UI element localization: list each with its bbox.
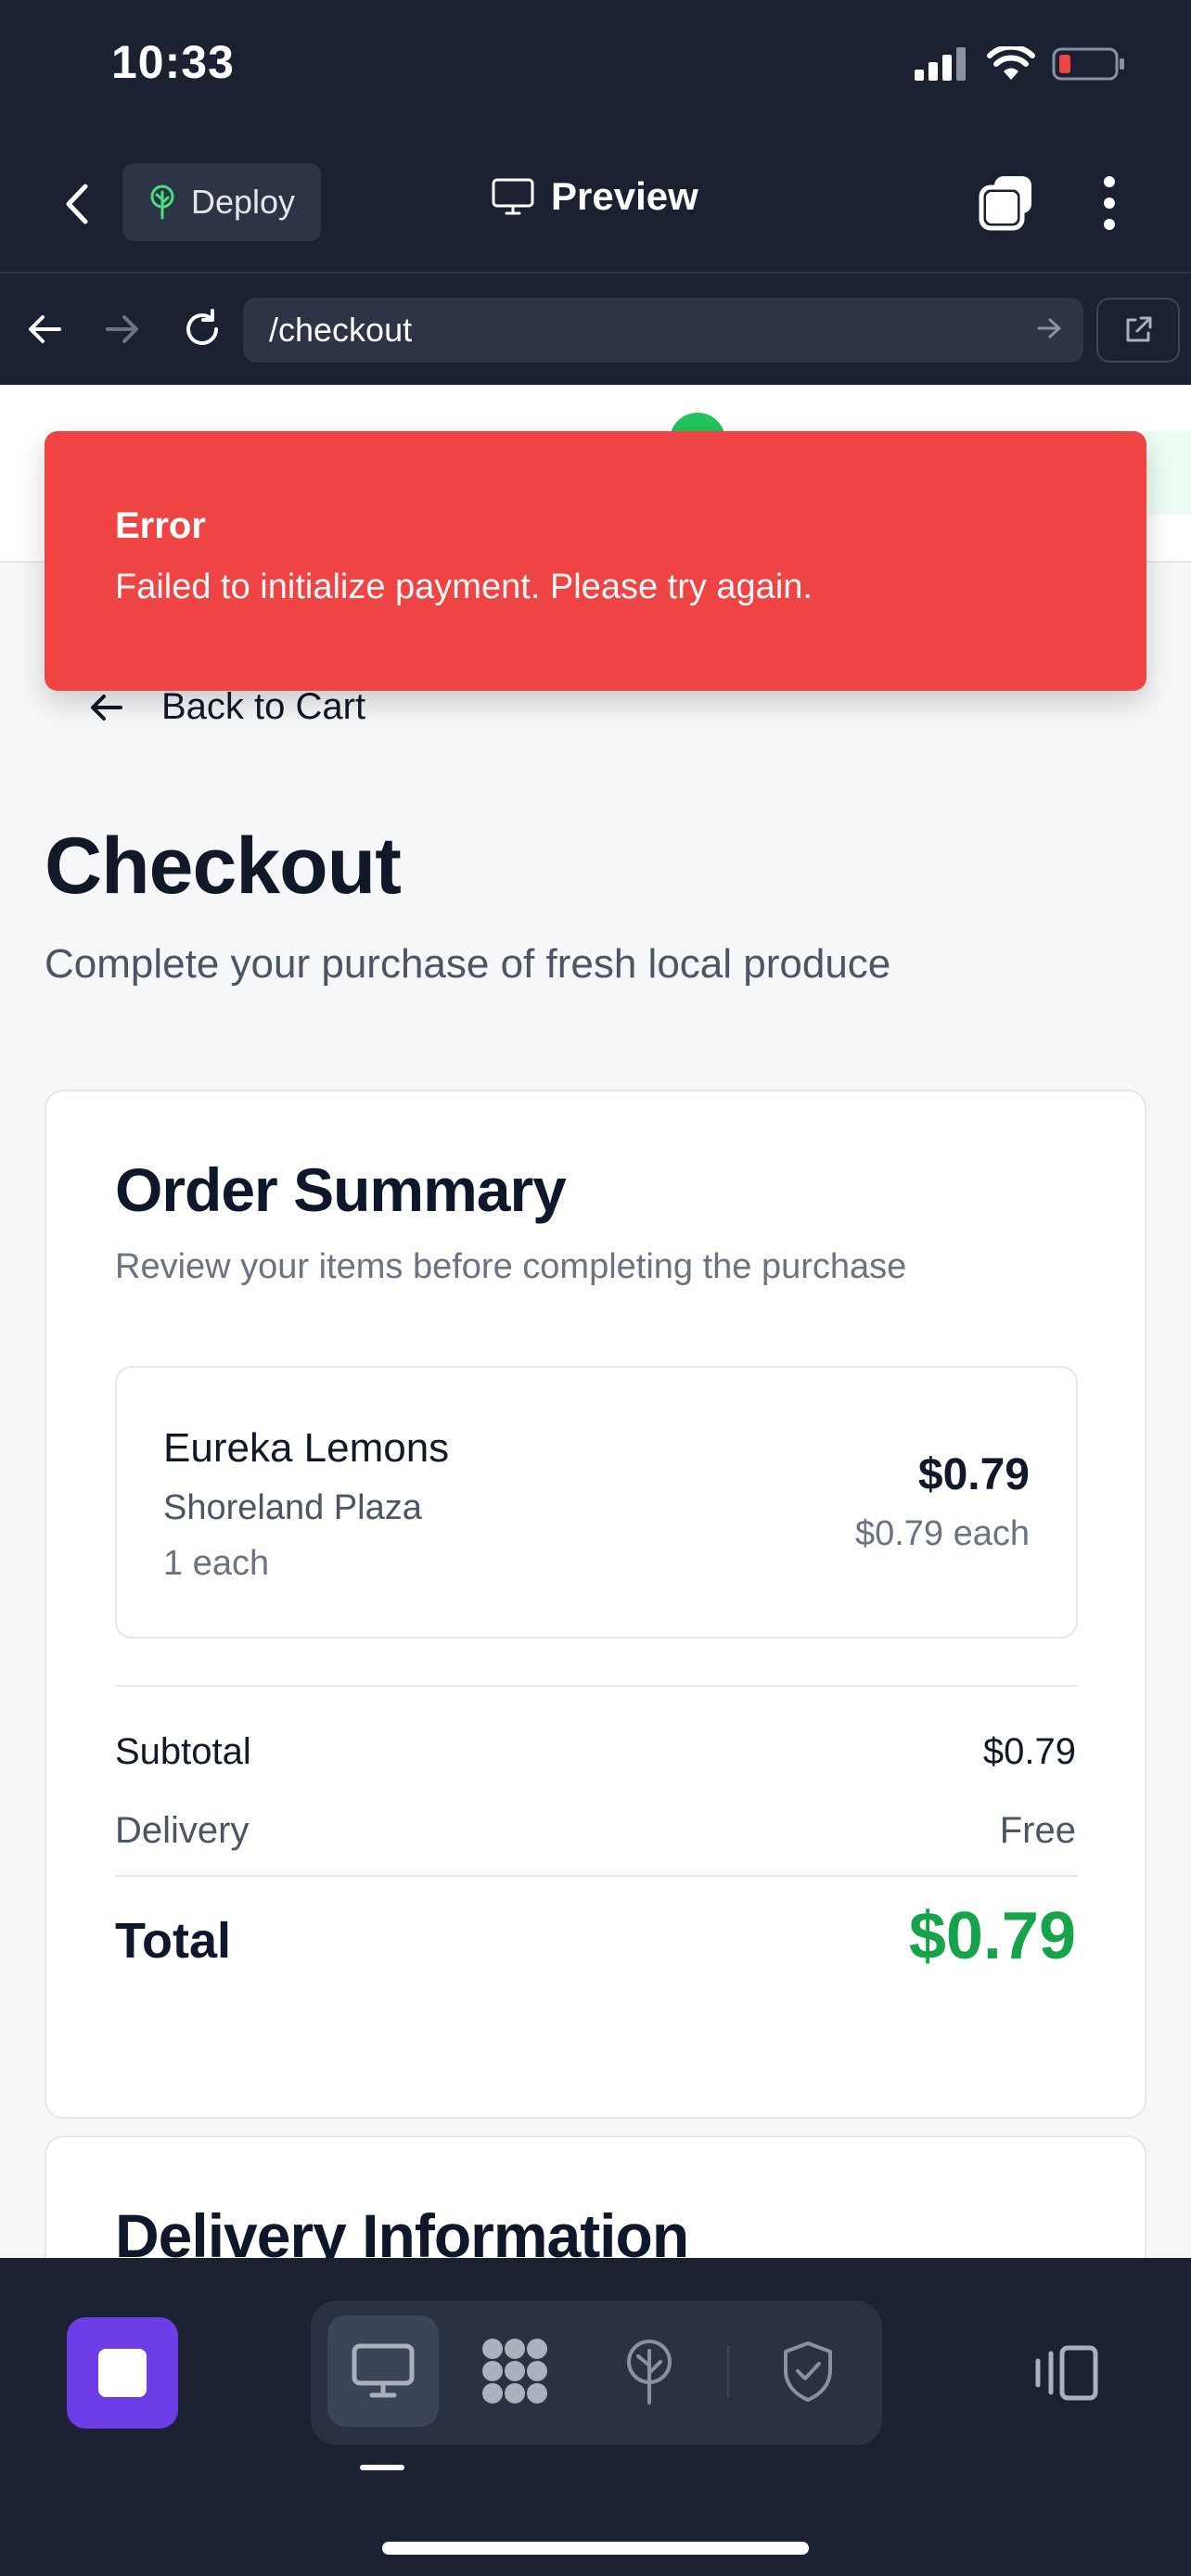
- device-toggle-icon: [1035, 2345, 1098, 2401]
- preview-title: Preview: [492, 174, 698, 219]
- toast-title: Error: [115, 505, 206, 546]
- summary-divider: [115, 1685, 1078, 1687]
- home-indicator: [382, 2542, 809, 2555]
- battery-low-icon: [1052, 47, 1124, 81]
- stop-icon: [98, 2349, 147, 2397]
- monitor-icon: [352, 2343, 415, 2398]
- url-text: /checkout: [269, 311, 413, 349]
- back-button[interactable]: [54, 176, 100, 232]
- preview-label: Preview: [551, 174, 698, 218]
- open-external-button[interactable]: [1096, 298, 1180, 363]
- arrow-right-icon: [106, 315, 138, 343]
- item-store: Shoreland Plaza: [163, 1488, 422, 1527]
- chevron-left-icon: [66, 184, 88, 224]
- delivery-information-title: Delivery Information: [115, 2201, 689, 2258]
- subtotal-value: $0.79: [982, 1731, 1076, 1772]
- item-quantity: 1 each: [163, 1544, 270, 1583]
- total-value: $0.79: [908, 1899, 1076, 1973]
- back-to-cart-link[interactable]: Back to Cart: [89, 686, 365, 728]
- signal-icon: [915, 47, 966, 81]
- item-price: $0.79: [917, 1450, 1030, 1499]
- grid-tool-button[interactable]: [459, 2315, 570, 2427]
- device-toggle-button[interactable]: [1030, 2336, 1104, 2410]
- app-header: Deploy Preview: [0, 139, 1191, 274]
- nav-back-button[interactable]: [19, 303, 70, 355]
- more-vertical-icon: [1104, 198, 1115, 209]
- arrow-left-icon: [91, 694, 122, 721]
- page-title: Checkout: [45, 822, 402, 911]
- tabs-button[interactable]: [976, 172, 1037, 234]
- url-input[interactable]: /checkout: [243, 298, 1083, 363]
- security-tool-button[interactable]: [752, 2315, 864, 2427]
- deploy-tool-button[interactable]: [594, 2315, 705, 2427]
- toolbar-separator: [727, 2345, 729, 2397]
- total-divider: [115, 1875, 1078, 1877]
- app-screen: 10:33 Deploy Preview /checkout Back to C…: [0, 0, 1191, 2576]
- grid-icon: [482, 2339, 547, 2404]
- error-toast[interactable]: Error Failed to initialize payment. Plea…: [45, 431, 1146, 691]
- tree-icon: [627, 2340, 672, 2404]
- delivery-value: Free: [999, 1810, 1076, 1851]
- wifi-icon: [987, 46, 1035, 80]
- preview-tool-button[interactable]: [327, 2315, 439, 2427]
- url-go-button[interactable]: [1035, 314, 1063, 347]
- more-options-button[interactable]: [1091, 171, 1128, 236]
- more-vertical-icon: [1104, 176, 1115, 187]
- web-content: Back to Cart Checkout Complete your purc…: [0, 385, 1191, 2258]
- page-subtitle: Complete your purchase of fresh local pr…: [45, 941, 891, 987]
- stop-button[interactable]: [67, 2317, 178, 2429]
- item-name: Eureka Lemons: [163, 1425, 450, 1471]
- status-icons: [915, 46, 1126, 82]
- tree-icon: [150, 185, 174, 220]
- external-link-icon: [1126, 316, 1152, 342]
- order-summary-card: Order Summary Review your items before c…: [45, 1090, 1146, 2119]
- total-label: Total: [115, 1913, 231, 1969]
- more-vertical-icon: [1104, 219, 1115, 230]
- order-summary-description: Review your items before completing the …: [115, 1247, 907, 1286]
- active-tool-indicator: [360, 2465, 404, 2470]
- delivery-information-card: Delivery Information: [45, 2136, 1146, 2258]
- subtotal-label: Subtotal: [115, 1731, 251, 1772]
- bottom-toolbar: [0, 2258, 1191, 2576]
- back-to-cart-label: Back to Cart: [161, 686, 366, 727]
- status-time: 10:33: [111, 36, 235, 88]
- deploy-button[interactable]: Deploy: [122, 163, 321, 241]
- status-bar: 10:33: [0, 0, 1191, 139]
- arrow-right-icon: [1037, 318, 1061, 338]
- tabs-icon: [979, 176, 1031, 231]
- order-summary-title: Order Summary: [115, 1155, 567, 1224]
- item-unit-price: $0.79 each: [854, 1514, 1030, 1553]
- reload-button[interactable]: [176, 303, 228, 355]
- delivery-label: Delivery: [115, 1810, 250, 1851]
- reload-icon: [186, 309, 218, 345]
- browser-nav-bar: /checkout: [0, 275, 1191, 385]
- deploy-label: Deploy: [191, 183, 296, 221]
- toast-message: Failed to initialize payment. Please try…: [115, 567, 813, 606]
- nav-forward-button[interactable]: [96, 303, 148, 355]
- tool-group: [311, 2301, 882, 2445]
- shield-check-icon: [784, 2341, 832, 2402]
- monitor-icon: [492, 178, 534, 215]
- order-item: Eureka Lemons Shoreland Plaza 1 each $0.…: [115, 1366, 1078, 1639]
- arrow-left-icon: [29, 315, 61, 343]
